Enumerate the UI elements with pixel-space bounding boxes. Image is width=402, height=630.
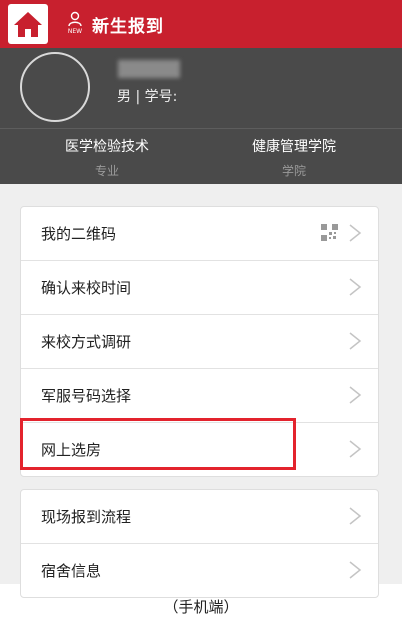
menu-item-onsite-process[interactable]: 现场报到流程 [21, 490, 378, 544]
chevron-right-icon [349, 224, 362, 242]
avatar[interactable] [20, 52, 90, 122]
menu-item-uniform-size[interactable]: 军服号码选择 [21, 369, 378, 423]
chevron-right-icon [349, 386, 362, 404]
major-value: 医学检验技术 [65, 139, 149, 155]
major-info: 医学检验技术 专业 [42, 136, 172, 179]
new-badge: NEW [67, 28, 83, 35]
content-area: 我的二维码 确认来校时间 来校方式调研 军服号码选择 网上选房 现场报到流程 宿… [0, 184, 402, 598]
menu-item-label: 军服号码选择 [41, 387, 132, 405]
menu-item-arrival-method-survey[interactable]: 来校方式调研 [21, 315, 378, 369]
menu-item-dorm-info[interactable]: 宿舍信息 [21, 544, 378, 597]
profile-divider [0, 128, 402, 129]
major-label: 专业 [94, 164, 119, 178]
new-student-icon: NEW [66, 11, 84, 37]
gender-and-id: 男 | 学号: [117, 89, 178, 105]
chevron-right-icon [349, 507, 362, 525]
qr-code-icon [321, 224, 338, 241]
profile-panel: 男 | 学号: 医学检验技术 专业 健康管理学院 学院 [0, 48, 402, 184]
menu-item-confirm-arrival-time[interactable]: 确认来校时间 [21, 261, 378, 315]
college-value: 健康管理学院 [252, 139, 336, 155]
menu-item-label: 确认来校时间 [41, 279, 132, 297]
chevron-right-icon [349, 278, 362, 296]
college-label: 学院 [281, 164, 306, 178]
top-bar: NEW 新生报到 [0, 0, 402, 48]
home-icon [14, 12, 42, 37]
college-info: 健康管理学院 学院 [226, 136, 362, 179]
menu-card-secondary: 现场报到流程 宿舍信息 [20, 489, 379, 598]
highlight-box [20, 418, 296, 470]
menu-item-label: 我的二维码 [41, 225, 117, 243]
page-title: 新生报到 [92, 16, 164, 37]
menu-item-label: 来校方式调研 [41, 333, 132, 351]
menu-item-qr-code[interactable]: 我的二维码 [21, 207, 378, 261]
home-button[interactable] [8, 4, 48, 44]
menu-item-label: 宿舍信息 [41, 562, 102, 580]
chevron-right-icon [349, 332, 362, 350]
caption: （手机端） [163, 598, 239, 616]
chevron-right-icon [349, 561, 362, 579]
menu-item-label: 现场报到流程 [41, 508, 132, 526]
chevron-right-icon [349, 440, 362, 458]
student-name-redacted [118, 60, 180, 78]
